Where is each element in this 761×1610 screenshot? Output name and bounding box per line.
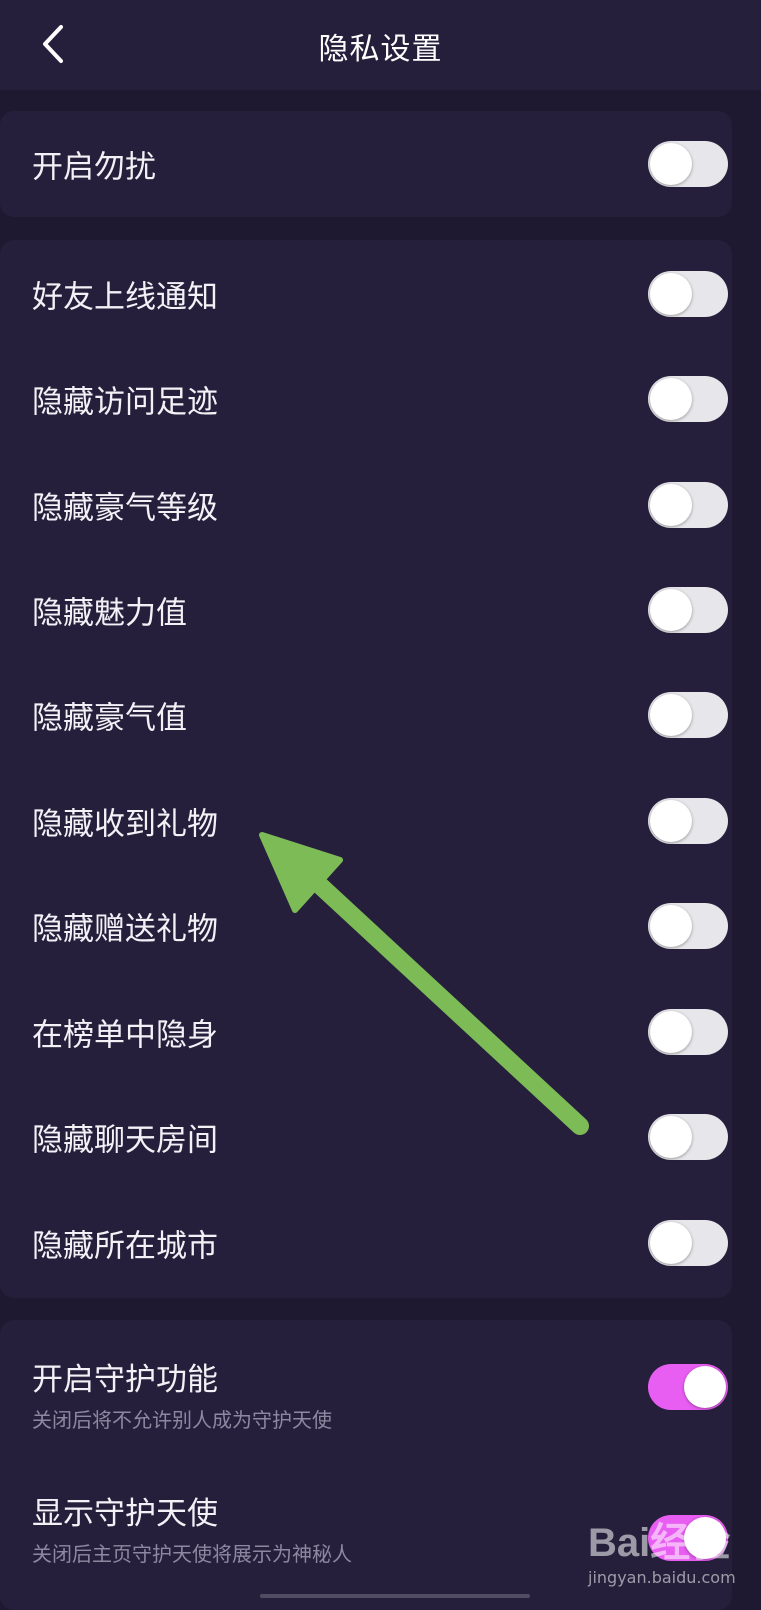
dnd-toggle[interactable] xyxy=(648,141,728,187)
page-title: 隐私设置 xyxy=(318,32,443,67)
toggle-knob xyxy=(650,588,692,631)
toggle-knob xyxy=(650,904,692,947)
toggle-knob xyxy=(650,1010,692,1053)
toggle-knob xyxy=(650,1115,692,1158)
setting-row-hide-chat-room: 隐藏聊天房间 xyxy=(0,1083,732,1190)
toggle-knob xyxy=(684,1517,726,1559)
setting-row-friend-online-notify: 好友上线通知 xyxy=(0,240,732,347)
setting-label: 隐藏豪气等级 xyxy=(32,490,218,526)
settings-card-guardian: 开启守护功能 关闭后将不允许别人成为守护天使 显示守护天使 关闭后主页守护天使将… xyxy=(0,1320,732,1610)
setting-label: 隐藏所在城市 xyxy=(32,1228,218,1264)
friend-online-toggle[interactable] xyxy=(648,270,728,317)
setting-row-enable-guardian: 开启守护功能 关闭后将不允许别人成为守护天使 xyxy=(0,1320,732,1454)
hide-charm-toggle[interactable] xyxy=(648,586,728,633)
invisible-in-rankings-toggle[interactable] xyxy=(648,1008,728,1055)
hide-received-gifts-toggle[interactable] xyxy=(648,797,728,844)
settings-card-dnd: 开启勿扰 xyxy=(0,111,732,217)
setting-description: 关闭后主页守护天使将展示为神秘人 xyxy=(32,1542,352,1566)
show-guardian-angel-toggle[interactable] xyxy=(648,1515,728,1561)
hide-city-toggle[interactable] xyxy=(648,1219,728,1266)
hide-wealth-level-toggle[interactable] xyxy=(648,481,728,528)
setting-row-do-not-disturb: 开启勿扰 xyxy=(0,111,732,217)
setting-row-hide-charm: 隐藏魅力值 xyxy=(0,556,732,663)
setting-row-hide-visit-trace: 隐藏访问足迹 xyxy=(0,345,732,452)
setting-row-hide-received-gifts: 隐藏收到礼物 xyxy=(0,767,732,874)
setting-description: 关闭后将不允许别人成为守护天使 xyxy=(32,1408,332,1432)
toggle-knob xyxy=(650,1221,692,1264)
toggle-knob xyxy=(650,693,692,736)
setting-row-hide-sent-gifts: 隐藏赠送礼物 xyxy=(0,872,732,979)
setting-label: 隐藏赠送礼物 xyxy=(32,911,218,947)
setting-row-hide-wealth-level: 隐藏豪气等级 xyxy=(0,451,732,558)
setting-label: 在榜单中隐身 xyxy=(32,1017,218,1053)
toggle-knob xyxy=(650,272,692,315)
setting-row-invisible-in-rankings: 在榜单中隐身 xyxy=(0,978,732,1085)
toggle-knob xyxy=(650,799,692,842)
settings-card-privacy: 好友上线通知 隐藏访问足迹 隐藏豪气等级 隐藏魅力值 隐藏豪气值 隐藏收到礼物 … xyxy=(0,240,732,1298)
hide-wealth-toggle[interactable] xyxy=(648,691,728,738)
setting-label: 好友上线通知 xyxy=(32,279,218,315)
toggle-knob xyxy=(650,483,692,526)
setting-label: 显示守护天使 xyxy=(32,1496,218,1532)
setting-label: 隐藏聊天房间 xyxy=(32,1122,218,1158)
setting-row-show-guardian-angel: 显示守护天使 关闭后主页守护天使将展示为神秘人 xyxy=(0,1454,732,1588)
setting-row-hide-wealth: 隐藏豪气值 xyxy=(0,661,732,768)
setting-label: 隐藏魅力值 xyxy=(32,595,187,631)
setting-label: 隐藏豪气值 xyxy=(32,700,187,736)
setting-row-hide-city: 隐藏所在城市 xyxy=(0,1189,732,1296)
hide-chat-room-toggle[interactable] xyxy=(648,1113,728,1160)
setting-label: 开启守护功能 xyxy=(32,1362,218,1398)
setting-label: 隐藏访问足迹 xyxy=(32,384,218,420)
hide-sent-gifts-toggle[interactable] xyxy=(648,902,728,949)
toggle-knob xyxy=(650,143,692,185)
home-indicator xyxy=(260,1594,530,1598)
enable-guardian-toggle[interactable] xyxy=(648,1364,728,1410)
nav-header: 隐私设置 xyxy=(0,0,761,90)
toggle-knob xyxy=(650,377,692,420)
toggle-knob xyxy=(684,1366,726,1408)
setting-label: 开启勿扰 xyxy=(32,149,156,186)
setting-label: 隐藏收到礼物 xyxy=(32,806,218,842)
hide-visit-trace-toggle[interactable] xyxy=(648,375,728,422)
